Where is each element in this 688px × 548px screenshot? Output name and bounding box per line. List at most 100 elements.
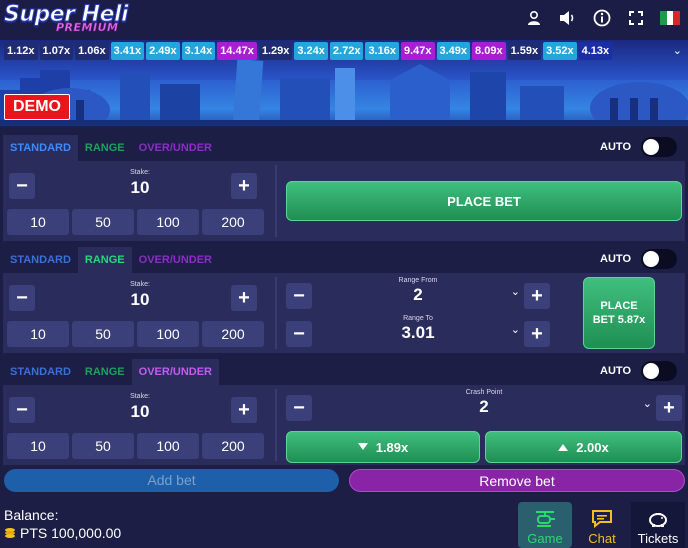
bet-type-tabs: STANDARD RANGE OVER/UNDER	[3, 359, 219, 385]
quick-amount-button[interactable]: 10	[7, 321, 69, 347]
helicopter-icon	[534, 507, 556, 531]
place-range-bet-line1: PLACE	[600, 300, 638, 312]
quick-amount-button[interactable]: 50	[72, 209, 134, 235]
multiplier-chip: 1.29x	[258, 42, 293, 60]
under-bet-label: 1.89x	[375, 439, 409, 455]
multiplier-chip: 3.24x	[294, 42, 328, 60]
triangle-up-icon	[558, 444, 569, 451]
tab-over-under[interactable]: OVER/UNDER	[132, 135, 219, 161]
place-range-bet-button[interactable]: PLACE BET 5.87x	[583, 277, 655, 349]
remove-bet-button[interactable]: Remove bet	[349, 469, 685, 492]
over-bet-button[interactable]: 2.00x	[485, 431, 682, 463]
multiplier-history: 1.12x 1.07x 1.06x 3.41x 2.49x 3.14x 14.47x 1.29…	[4, 42, 613, 60]
tab-over-under[interactable]: OVER/UNDER	[132, 247, 219, 273]
piggy-bank-icon	[647, 507, 669, 531]
info-icon[interactable]	[592, 8, 612, 28]
add-bet-button[interactable]: Add bet	[4, 469, 339, 492]
quick-amount-button[interactable]: 200	[202, 321, 264, 347]
nav-game-label: Game	[527, 531, 563, 546]
multiplier-chip: 1.59x	[507, 42, 542, 60]
range-from-stepper: − Range From 2 ⌄ +	[286, 277, 550, 309]
tab-standard[interactable]: STANDARD	[3, 135, 78, 161]
crash-point-increase-button[interactable]: +	[656, 395, 682, 421]
balance-value: PTS 100,000.00	[20, 525, 122, 541]
divider	[275, 389, 277, 461]
bet-type-tabs: STANDARD RANGE OVER/UNDER	[3, 135, 219, 161]
tab-over-under[interactable]: OVER/UNDER	[131, 359, 219, 385]
crash-point-label: Crash Point	[465, 389, 503, 396]
tab-standard[interactable]: STANDARD	[3, 247, 78, 273]
volume-icon[interactable]	[558, 8, 578, 28]
quick-amount-button[interactable]: 200	[202, 433, 264, 459]
chevron-down-icon[interactable]: ⌄	[643, 397, 652, 410]
coins-icon	[5, 528, 15, 538]
chat-icon	[592, 507, 612, 531]
italy-flag-icon[interactable]	[660, 11, 681, 25]
chevron-down-icon[interactable]: ⌄	[673, 44, 682, 57]
stake-increase-button[interactable]: +	[231, 285, 257, 311]
tab-range[interactable]: RANGE	[77, 247, 132, 273]
auto-toggle[interactable]	[641, 361, 677, 381]
stake-increase-button[interactable]: +	[231, 173, 257, 199]
app-root: Super Heli PREMIUM 1.12x 1.07x 1.06x 3.4…	[0, 0, 688, 548]
multiplier-chip: 1.12x	[4, 42, 38, 60]
multiplier-chip: 1.07x	[39, 42, 74, 60]
auto-toggle[interactable]	[641, 249, 677, 269]
auto-toggle-group: AUTO	[600, 249, 677, 269]
tab-range[interactable]: RANGE	[78, 359, 132, 385]
tab-standard[interactable]: STANDARD	[3, 359, 78, 385]
crash-point-value[interactable]: 2	[286, 397, 682, 417]
multiplier-chip: 1.06x	[75, 42, 109, 60]
range-from-increase-button[interactable]: +	[524, 283, 550, 309]
over-bet-label: 2.00x	[576, 439, 609, 455]
quick-amount-button[interactable]: 10	[7, 209, 69, 235]
header-icons	[524, 8, 681, 28]
bet-type-tabs: STANDARD RANGE OVER/UNDER	[3, 247, 219, 273]
bet-panel-body: − Stake: 10 + 10 50 100 200 − Crash Poin…	[3, 385, 685, 465]
quick-amount-button[interactable]: 100	[137, 433, 199, 459]
auto-toggle[interactable]	[641, 137, 677, 157]
quick-amount-button[interactable]: 50	[72, 433, 134, 459]
nav-tickets-label: Tickets	[637, 531, 679, 546]
nav-chat[interactable]: Chat	[575, 502, 629, 548]
multiplier-chip: 3.49x	[436, 42, 471, 60]
multiplier-chip: 9.47x	[400, 42, 435, 60]
auto-toggle-group: AUTO	[600, 361, 677, 381]
chevron-down-icon[interactable]: ⌄	[511, 285, 520, 298]
multiplier-chip: 8.09x	[472, 42, 506, 60]
user-icon[interactable]	[524, 8, 544, 28]
bet-panel-body: − Stake: 10 + 10 50 100 200 PLACE BET	[3, 161, 685, 241]
quick-amount-button[interactable]: 100	[137, 209, 199, 235]
quick-amounts: 10 50 100 200	[7, 321, 264, 347]
quick-amount-button[interactable]: 200	[202, 209, 264, 235]
range-from-label: Range From	[398, 277, 438, 284]
nav-tickets[interactable]: Tickets	[631, 502, 685, 548]
place-bet-button[interactable]: PLACE BET	[286, 181, 682, 221]
stake-increase-button[interactable]: +	[231, 397, 257, 423]
bet-panel-standard: STANDARD RANGE OVER/UNDER AUTO − Stake: …	[3, 135, 685, 241]
chevron-down-icon[interactable]: ⌄	[511, 323, 520, 336]
quick-amount-button[interactable]: 10	[7, 433, 69, 459]
balance-label: Balance:	[4, 507, 59, 523]
nav-chat-label: Chat	[588, 531, 616, 546]
crash-point-stepper: − Crash Point 2 ⌄ +	[286, 389, 682, 421]
multiplier-chip: 3.41x	[110, 42, 145, 60]
header: Super Heli PREMIUM	[0, 0, 688, 40]
auto-label: AUTO	[600, 253, 631, 265]
under-bet-button[interactable]: 1.89x	[286, 431, 480, 463]
game-banner: 1.12x 1.07x 1.06x 3.41x 2.49x 3.14x 14.47x 1.29…	[0, 40, 688, 126]
tab-range[interactable]: RANGE	[78, 135, 132, 161]
logo: Super Heli PREMIUM	[3, 2, 154, 38]
quick-amount-button[interactable]: 100	[137, 321, 199, 347]
quick-amount-button[interactable]: 50	[72, 321, 134, 347]
range-to-increase-button[interactable]: +	[524, 321, 550, 347]
demo-badge: DEMO	[4, 94, 70, 120]
fullscreen-icon[interactable]	[626, 8, 646, 28]
bet-panel-over-under: STANDARD RANGE OVER/UNDER AUTO − Stake: …	[3, 359, 685, 465]
range-to-label: Range To	[403, 315, 433, 322]
multiplier-chip: 3.52x	[543, 42, 577, 60]
nav-game[interactable]: Game	[518, 502, 572, 548]
quick-amounts: 10 50 100 200	[7, 433, 264, 459]
quick-amounts: 10 50 100 200	[7, 209, 264, 235]
divider	[275, 165, 277, 237]
